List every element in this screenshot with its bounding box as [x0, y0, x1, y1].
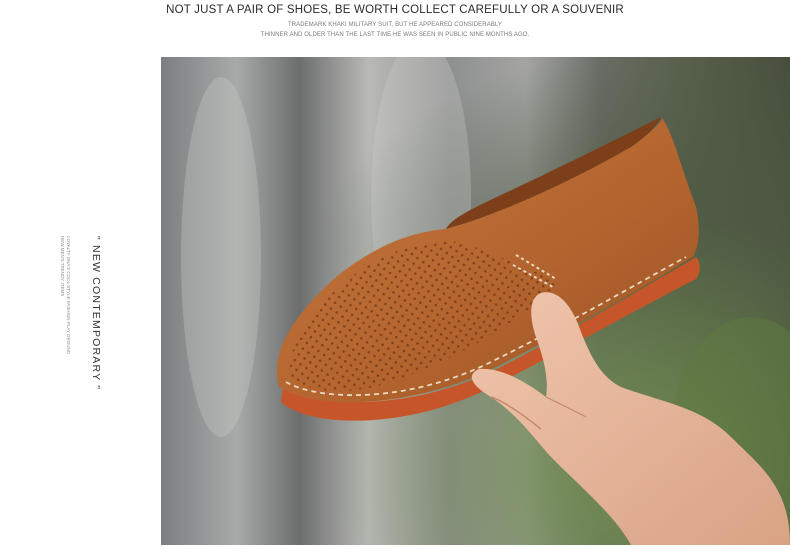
side-small-text-2: NEW MEN'S TRENDY ITEMS: [60, 236, 65, 297]
side-small-text-1: LOYALTY DNA'S COOL STYLE FASHION PLAY GR…: [66, 236, 71, 355]
subline-2: THINNER AND OLDER THAN THE LAST TIME HE …: [260, 32, 530, 38]
subline-1: TRADEMARK KHAKI MILITARY SUIT, BUT HE AP…: [287, 22, 503, 28]
shoe-illustration: [181, 57, 790, 545]
side-title: " NEW CONTEMPORARY ": [90, 236, 102, 391]
product-photo: [161, 57, 790, 545]
headline: NOT JUST A PAIR OF SHOES, BE WORTH COLLE…: [166, 4, 624, 16]
